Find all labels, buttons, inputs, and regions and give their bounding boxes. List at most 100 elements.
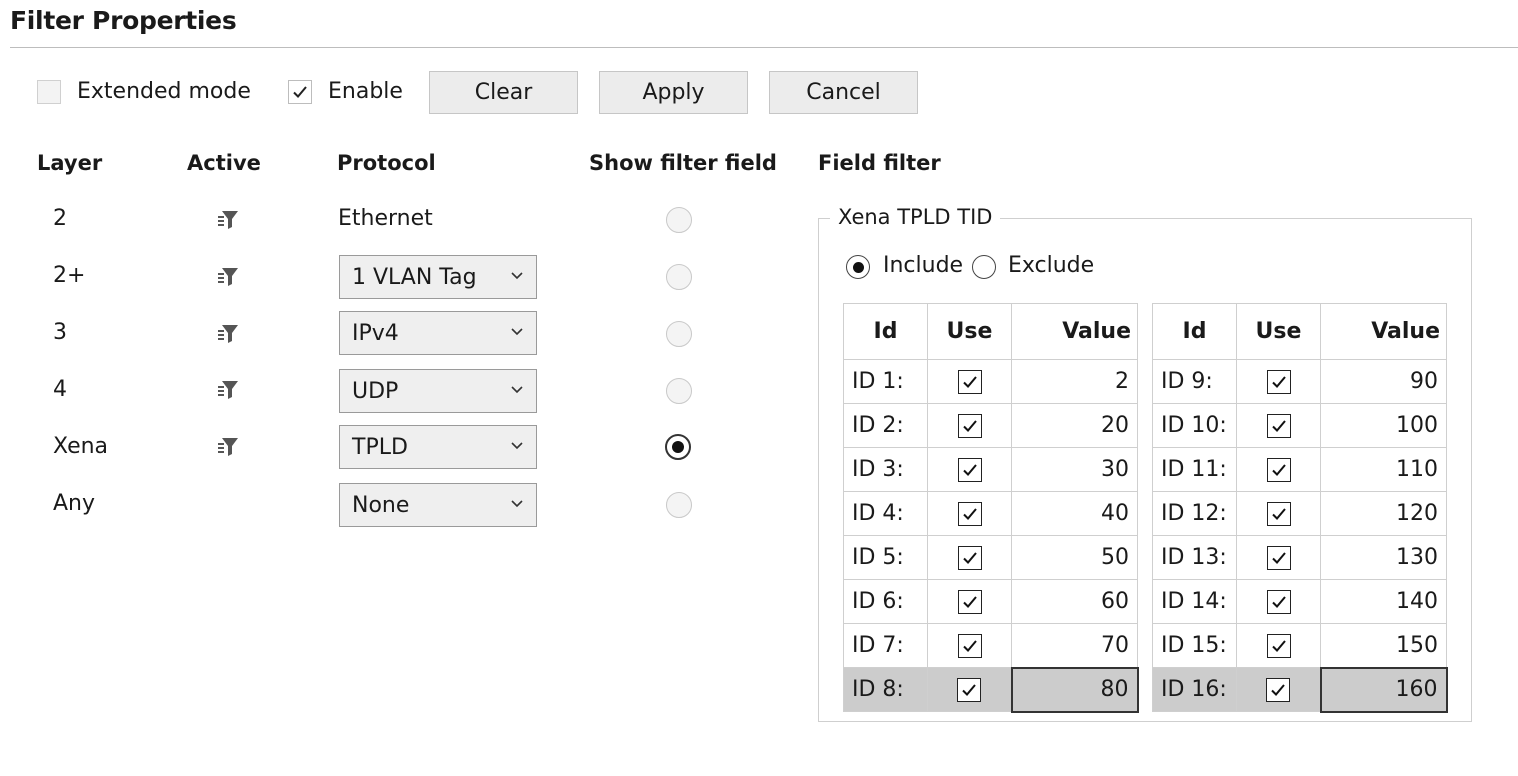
chevron-down-icon xyxy=(511,500,523,508)
id-cell: ID 11: xyxy=(1152,447,1237,492)
use-checkbox[interactable] xyxy=(1266,590,1291,614)
table-row-selected[interactable]: ID 8: 80 xyxy=(843,666,1139,713)
id-cell: ID 4: xyxy=(843,491,928,536)
table-row[interactable]: ID 13: 130 xyxy=(1152,535,1447,580)
clear-button[interactable]: Clear xyxy=(429,71,578,114)
use-cell xyxy=(1236,491,1321,536)
value-cell[interactable]: 100 xyxy=(1320,403,1447,448)
protocol-dropdown[interactable]: None xyxy=(339,483,537,527)
chevron-down-icon xyxy=(511,328,523,336)
use-checkbox[interactable] xyxy=(957,458,982,482)
checkmark-icon xyxy=(962,684,977,696)
value-cell[interactable]: 2 xyxy=(1011,359,1138,404)
show-filter-field-radio[interactable] xyxy=(666,378,692,404)
use-checkbox[interactable] xyxy=(1266,546,1291,570)
table-row[interactable]: ID 3: 30 xyxy=(843,447,1138,492)
value-cell[interactable]: 90 xyxy=(1320,359,1447,404)
table-row[interactable]: ID 12: 120 xyxy=(1152,491,1447,536)
table-row[interactable]: ID 4: 40 xyxy=(843,491,1138,536)
checkmark-icon xyxy=(1271,552,1286,564)
value-cell-focused[interactable]: 80 xyxy=(1010,666,1139,713)
checkmark-icon xyxy=(962,508,977,520)
use-checkbox[interactable] xyxy=(1266,502,1291,526)
table-row[interactable]: ID 11: 110 xyxy=(1152,447,1447,492)
value-cell[interactable]: 120 xyxy=(1320,491,1447,536)
use-cell xyxy=(1236,535,1321,580)
table-row[interactable]: ID 10: 100 xyxy=(1152,403,1447,448)
table-row[interactable]: ID 7: 70 xyxy=(843,623,1138,668)
id-cell: ID 13: xyxy=(1152,535,1237,580)
exclude-radio[interactable] xyxy=(972,255,996,279)
title-divider xyxy=(10,47,1518,48)
use-checkbox[interactable] xyxy=(1266,678,1291,702)
show-filter-field-radio-selected[interactable] xyxy=(665,434,691,460)
table-row[interactable]: ID 6: 60 xyxy=(843,579,1138,624)
value-cell[interactable]: 30 xyxy=(1011,447,1138,492)
table-row[interactable]: ID 2: 20 xyxy=(843,403,1138,448)
use-checkbox[interactable] xyxy=(1266,458,1291,482)
id-cell: ID 6: xyxy=(843,579,928,624)
use-checkbox[interactable] xyxy=(1266,370,1291,394)
use-cell xyxy=(927,535,1012,580)
use-cell xyxy=(1236,667,1321,712)
use-checkbox[interactable] xyxy=(957,678,982,702)
tid-table-left: Id Use Value ID 1: 2 ID 2: 20 ID 3: 30 I… xyxy=(843,303,1139,713)
use-checkbox[interactable] xyxy=(957,414,982,438)
apply-button[interactable]: Apply xyxy=(599,71,748,114)
value-cell[interactable]: 50 xyxy=(1011,535,1138,580)
table-row-selected[interactable]: ID 16: 160 xyxy=(1152,666,1448,713)
checkmark-icon xyxy=(293,86,307,98)
value-cell[interactable]: 150 xyxy=(1320,623,1447,668)
table-row[interactable]: ID 14: 140 xyxy=(1152,579,1447,624)
value-column-header: Value xyxy=(1320,303,1447,360)
id-cell: ID 3: xyxy=(843,447,928,492)
use-checkbox[interactable] xyxy=(957,502,982,526)
table-row[interactable]: ID 15: 150 xyxy=(1152,623,1447,668)
protocol-dropdown[interactable]: UDP xyxy=(339,369,537,413)
cancel-button[interactable]: Cancel xyxy=(769,71,918,114)
extended-mode-checkbox[interactable] xyxy=(37,80,61,104)
value-cell[interactable]: 40 xyxy=(1011,491,1138,536)
include-radio[interactable] xyxy=(846,255,870,279)
protocol-dropdown[interactable]: IPv4 xyxy=(339,311,537,355)
use-cell xyxy=(1236,359,1321,404)
enable-checkbox[interactable] xyxy=(288,80,312,104)
show-filter-field-radio[interactable] xyxy=(666,492,692,518)
value-cell[interactable]: 110 xyxy=(1320,447,1447,492)
extended-mode-label: Extended mode xyxy=(77,79,251,104)
protocol-dropdown[interactable]: TPLD xyxy=(339,425,537,469)
checkmark-icon xyxy=(1271,420,1286,432)
layer-header: Layer xyxy=(37,151,103,175)
checkmark-icon xyxy=(1271,684,1286,696)
use-checkbox[interactable] xyxy=(957,634,982,658)
id-cell: ID 1: xyxy=(843,359,928,404)
use-checkbox[interactable] xyxy=(957,546,982,570)
table-row[interactable]: ID 1: 2 xyxy=(843,359,1138,404)
checkmark-icon xyxy=(1271,464,1286,476)
use-cell xyxy=(1236,623,1321,668)
value-cell-focused[interactable]: 160 xyxy=(1319,666,1448,713)
id-cell: ID 16: xyxy=(1152,667,1237,712)
table-row[interactable]: ID 9: 90 xyxy=(1152,359,1447,404)
checkmark-icon xyxy=(962,596,977,608)
value-cell[interactable]: 130 xyxy=(1320,535,1447,580)
show-filter-field-radio[interactable] xyxy=(666,264,692,290)
value-cell[interactable]: 20 xyxy=(1011,403,1138,448)
checkmark-icon xyxy=(1271,596,1286,608)
table-row[interactable]: ID 5: 50 xyxy=(843,535,1138,580)
show-filter-field-radio[interactable] xyxy=(666,321,692,347)
show-filter-field-radio[interactable] xyxy=(666,207,692,233)
layer-cell: 2+ xyxy=(53,263,86,288)
value-cell[interactable]: 60 xyxy=(1011,579,1138,624)
use-checkbox[interactable] xyxy=(957,370,982,394)
use-checkbox[interactable] xyxy=(1266,414,1291,438)
use-checkbox[interactable] xyxy=(957,590,982,614)
value-cell[interactable]: 140 xyxy=(1320,579,1447,624)
checkmark-icon xyxy=(962,552,977,564)
protocol-dropdown-value: None xyxy=(352,492,410,518)
protocol-dropdown[interactable]: 1 VLAN Tag xyxy=(339,255,537,299)
filter-icon xyxy=(218,378,240,404)
value-cell[interactable]: 70 xyxy=(1011,623,1138,668)
checkmark-icon xyxy=(962,640,977,652)
use-checkbox[interactable] xyxy=(1266,634,1291,658)
